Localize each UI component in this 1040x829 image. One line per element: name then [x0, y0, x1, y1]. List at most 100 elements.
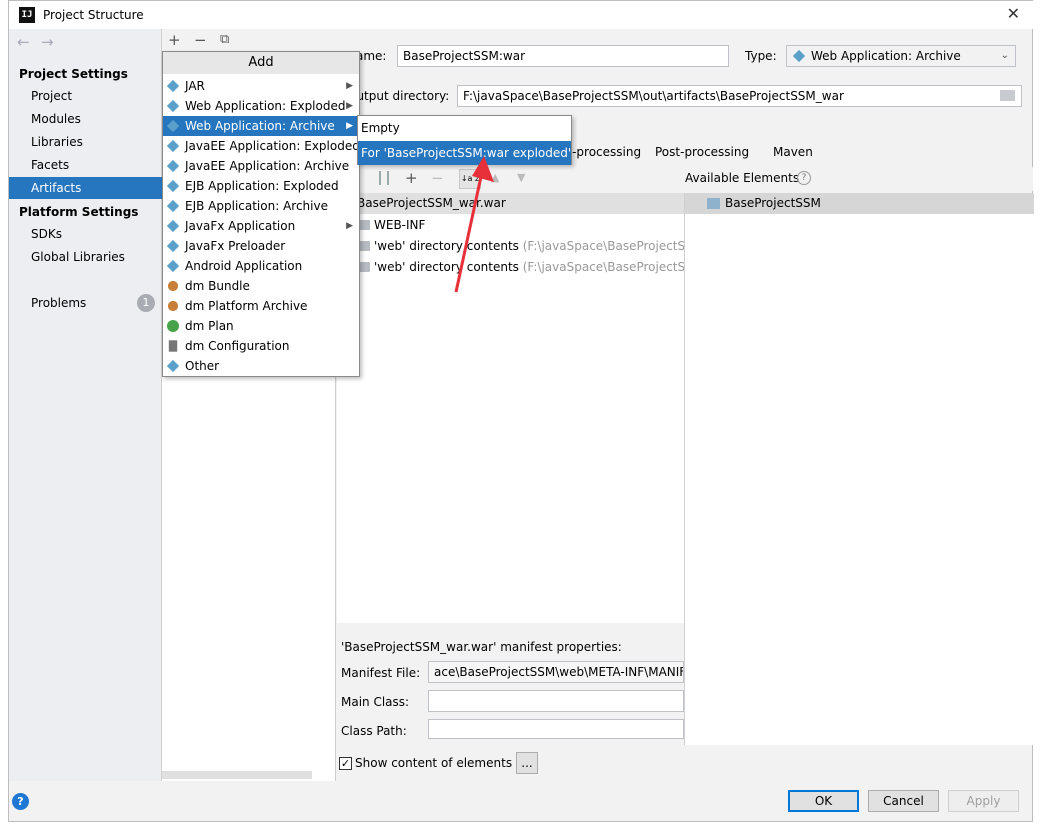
- menu-item-dm-configuration[interactable]: dm Configuration: [163, 336, 359, 356]
- copy-icon[interactable]: ⧉: [220, 32, 229, 47]
- show-icon[interactable]: [379, 171, 389, 185]
- tab-maven[interactable]: Maven: [773, 145, 813, 159]
- menu-item-web-exploded[interactable]: Web Application: Exploded ▶: [163, 96, 359, 116]
- file-icon: [168, 340, 178, 352]
- add-artifact-menu: Add JAR ▶ Web Application: Exploded ▶ Web …: [162, 51, 360, 377]
- menu-item-jar[interactable]: JAR ▶: [163, 76, 359, 96]
- sidebar-item-sdks[interactable]: SDKs: [9, 223, 162, 245]
- apply-button[interactable]: Apply: [948, 790, 1019, 812]
- menu-item-label: JavaFx Application: [185, 219, 296, 233]
- ok-button[interactable]: OK: [788, 790, 859, 812]
- menu-item-label: JavaFx Preloader: [185, 239, 286, 253]
- submenu-arrow-icon: ▶: [346, 121, 353, 131]
- sidebar-item-artifacts[interactable]: Artifacts: [9, 177, 162, 199]
- menu-item-label: dm Configuration: [185, 339, 290, 353]
- chevron-down-icon: ⌄: [1000, 50, 1009, 61]
- diamond-icon: [166, 139, 180, 153]
- menu-item-label: JavaEE Application: Exploded: [185, 139, 360, 153]
- submenu-item-empty[interactable]: Empty: [358, 116, 571, 140]
- menu-item-ejb-exploded[interactable]: EJB Application: Exploded: [163, 176, 359, 196]
- help-question-icon[interactable]: ?: [797, 171, 811, 185]
- menu-item-label: EJB Application: Archive: [185, 199, 328, 213]
- manifest-properties-panel: 'BaseProjectSSM_war.war' manifest proper…: [337, 632, 684, 742]
- menu-item-javaee-exploded[interactable]: JavaEE Application: Exploded: [163, 136, 360, 156]
- menu-item-dm-bundle[interactable]: dm Bundle: [163, 276, 359, 296]
- tree-root-war[interactable]: BaseProjectSSM_war.war: [337, 193, 684, 214]
- menu-item-other[interactable]: Other: [163, 356, 359, 376]
- artifact-name-input[interactable]: BaseProjectSSM:war: [397, 45, 729, 67]
- manifest-file-input[interactable]: ace\BaseProjectSSM\web\META-INF\MANIFEST…: [428, 661, 684, 683]
- menu-item-ejb-archive[interactable]: EJB Application: Archive: [163, 196, 359, 216]
- forward-arrow-icon[interactable]: →: [41, 33, 54, 51]
- output-layout-tree[interactable]: BaseProjectSSM_war.war WEB-INF 'web' dir…: [337, 193, 737, 623]
- menu-item-label: dm Bundle: [185, 279, 250, 293]
- background-left: [0, 0, 8, 829]
- menu-item-label: dm Platform Archive: [185, 299, 308, 313]
- output-directory-label: Output directory:: [347, 89, 450, 103]
- menu-item-label: EJB Application: Exploded: [185, 179, 339, 193]
- manifest-title: 'BaseProjectSSM_war.war' manifest proper…: [341, 640, 622, 654]
- main-class-input[interactable]: [428, 690, 684, 712]
- menu-item-label: Web Application: Exploded: [185, 99, 346, 113]
- class-path-input[interactable]: [428, 719, 684, 739]
- menu-item-dm-platform-archive[interactable]: dm Platform Archive: [163, 296, 359, 316]
- show-content-options-button[interactable]: ...: [516, 752, 538, 774]
- diamond-icon: [166, 259, 180, 273]
- diamond-icon: [166, 179, 180, 193]
- intellij-app-icon: IJ: [19, 7, 35, 23]
- artifact-list-toolbar: + − ⧉: [162, 29, 336, 51]
- window-title: Project Structure: [43, 8, 144, 22]
- menu-item-javafx-application[interactable]: JavaFx Application ▶: [163, 216, 359, 236]
- add-icon[interactable]: +: [168, 31, 181, 49]
- menu-item-label: JAR: [185, 79, 205, 93]
- available-root-node[interactable]: BaseProjectSSM: [685, 193, 1034, 214]
- module-folder-icon: [707, 198, 720, 209]
- menu-item-javafx-preloader[interactable]: JavaFx Preloader: [163, 236, 359, 256]
- diamond-icon: [166, 99, 180, 113]
- menu-item-android-application[interactable]: Android Application: [163, 256, 359, 276]
- plan-icon: [167, 320, 179, 332]
- available-elements-label: Available Elements: [685, 171, 800, 185]
- list-horizontal-scrollbar[interactable]: [162, 771, 312, 779]
- manifest-file-label: Manifest File:: [341, 666, 421, 680]
- diamond-icon: [166, 119, 180, 133]
- remove-icon[interactable]: −: [194, 31, 207, 49]
- cancel-button[interactable]: Cancel: [868, 790, 939, 812]
- available-elements-tree[interactable]: BaseProjectSSM: [684, 193, 1034, 745]
- tree-node-web-contents[interactable]: 'web' directory contents (F:\javaSpace\B…: [357, 257, 737, 277]
- output-directory-input[interactable]: F:\javaSpace\BaseProjectSSM\out\artifact…: [457, 85, 1022, 107]
- add-menu-header: Add: [163, 52, 359, 74]
- tree-node-web-inf[interactable]: WEB-INF: [357, 215, 425, 235]
- menu-item-label: dm Plan: [185, 319, 234, 333]
- menu-item-javaee-archive[interactable]: JavaEE Application: Archive: [163, 156, 359, 176]
- submenu-arrow-icon: ▶: [346, 101, 353, 111]
- sidebar-item-modules[interactable]: Modules: [9, 108, 162, 130]
- help-icon[interactable]: ?: [12, 793, 29, 810]
- diamond-icon: [166, 159, 180, 173]
- close-icon[interactable]: ✕: [1007, 4, 1020, 23]
- sidebar-item-project[interactable]: Project: [9, 85, 162, 107]
- layout-add-icon[interactable]: +: [405, 169, 418, 187]
- menu-item-label: Other: [185, 359, 220, 373]
- arrow-head: [472, 156, 494, 182]
- submenu-arrow-icon: ▶: [346, 81, 353, 91]
- sidebar-item-libraries[interactable]: Libraries: [9, 131, 162, 153]
- diamond-icon: [166, 79, 180, 93]
- diamond-icon: [166, 359, 180, 373]
- move-down-icon[interactable]: ▼: [517, 171, 525, 184]
- tree-node-label: WEB-INF: [374, 218, 426, 232]
- tree-node-web-contents[interactable]: 'web' directory contents (F:\javaSpace\B…: [357, 236, 737, 256]
- menu-item-dm-plan[interactable]: dm Plan: [163, 316, 359, 336]
- folder-browse-icon[interactable]: [1000, 90, 1015, 101]
- show-content-checkbox[interactable]: ✓: [339, 757, 352, 770]
- tab-post-processing[interactable]: Post-processing: [655, 145, 749, 159]
- sidebar-item-global-libraries[interactable]: Global Libraries: [9, 246, 162, 268]
- menu-item-web-archive[interactable]: Web Application: Archive ▶: [163, 116, 359, 136]
- menu-item-label: Android Application: [185, 259, 303, 273]
- arrow-shaft: [454, 171, 484, 293]
- back-arrow-icon[interactable]: ←: [17, 33, 30, 51]
- menu-item-label: Web Application: Archive: [185, 119, 335, 133]
- artifact-type-select[interactable]: Web Application: Archive ⌄: [786, 45, 1016, 67]
- sidebar-item-facets[interactable]: Facets: [9, 154, 162, 176]
- type-label: Type:: [745, 49, 777, 63]
